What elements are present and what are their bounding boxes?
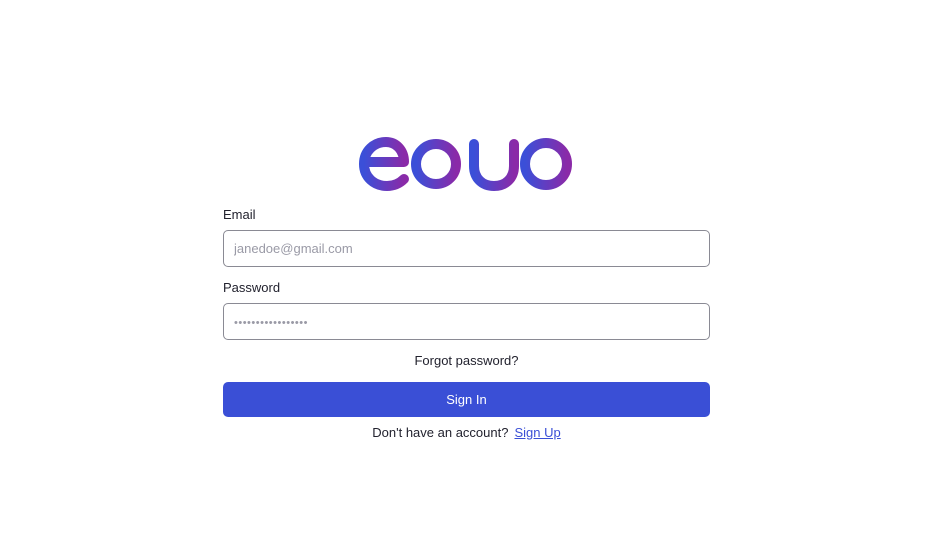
email-input[interactable] [223, 230, 710, 267]
forgot-password-link[interactable]: Forgot password? [223, 352, 710, 370]
sign-up-link[interactable]: Sign Up [514, 425, 560, 440]
login-form: Email Password Forgot password? Sign In … [223, 206, 710, 442]
no-account-text: Don't have an account? [372, 425, 509, 440]
email-label: Email [223, 207, 256, 222]
signup-prompt: Don't have an account? Sign Up [223, 424, 710, 442]
password-label: Password [223, 280, 281, 295]
sign-in-button[interactable]: Sign In [223, 382, 710, 417]
password-input[interactable] [223, 303, 710, 340]
eduo-logo [359, 117, 572, 191]
login-page: Email Password Forgot password? Sign In … [0, 0, 940, 540]
